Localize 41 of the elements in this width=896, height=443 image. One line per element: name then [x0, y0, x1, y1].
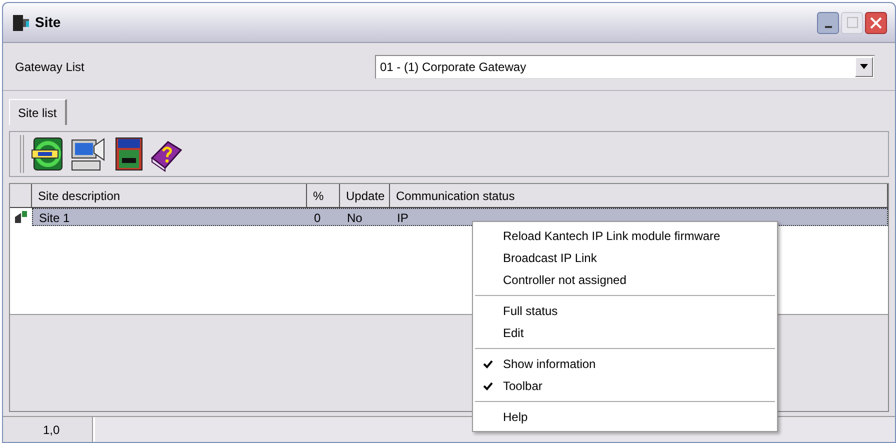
menu-item-label: Help	[503, 409, 528, 426]
menu-item[interactable]: Edit	[473, 322, 777, 344]
table-cell-text: 0	[313, 210, 322, 225]
menu-item-label: Show information	[503, 356, 596, 373]
menu-item[interactable]: Reload Kantech IP Link module firmware	[473, 225, 777, 247]
table-cell-text: Site 1	[38, 210, 71, 225]
door-icon	[14, 210, 28, 224]
minimize-icon	[824, 26, 832, 28]
circuit-module-icon[interactable]	[114, 136, 144, 172]
tab[interactable]: Site list	[9, 99, 67, 125]
door-icon	[11, 12, 31, 32]
table-cell-text: IP	[396, 210, 410, 225]
gateway-label: Gateway List	[15, 58, 86, 76]
toolbar-grip	[20, 135, 24, 173]
menu-item-label: Full status	[503, 303, 558, 320]
close-icon	[870, 16, 882, 28]
menu-item-label: Broadcast IP Link	[503, 250, 597, 267]
menu-item-label: Toolbar	[503, 378, 542, 395]
gateway-dropdown[interactable]: 01 - (1) Corporate Gateway	[375, 54, 875, 78]
menu-item[interactable]: Controller not assigned	[473, 269, 777, 291]
column-header[interactable]: %	[307, 184, 340, 207]
close-button[interactable]	[865, 12, 887, 34]
menu-item-label: Controller not assigned	[503, 272, 626, 289]
menu-item[interactable]: Help	[473, 406, 777, 428]
column-header[interactable]: Update	[340, 184, 390, 207]
column-header[interactable]: Site description	[32, 184, 307, 207]
maximize-icon	[846, 17, 858, 28]
column-header[interactable]: Communication status	[390, 184, 888, 207]
dropdown-button[interactable]	[855, 56, 873, 76]
menu-item[interactable]: Toolbar	[473, 375, 777, 397]
caret-icon	[860, 64, 868, 69]
menu-item-label: Edit	[503, 325, 524, 342]
gateway-value: 01 - (1) Corporate Gateway	[380, 58, 528, 76]
menu-item[interactable]: Full status	[473, 300, 777, 322]
table-row[interactable]: Site 1 0 No IP	[10, 208, 888, 226]
window-title: Site	[35, 13, 61, 32]
table-cell-text: No	[346, 210, 364, 225]
menu-item[interactable]: Show information	[473, 353, 777, 375]
menu-item[interactable]: Broadcast IP Link	[473, 247, 777, 269]
menu-item-label: Reload Kantech IP Link module firmware	[503, 228, 720, 245]
minimize-button[interactable]	[817, 12, 839, 34]
